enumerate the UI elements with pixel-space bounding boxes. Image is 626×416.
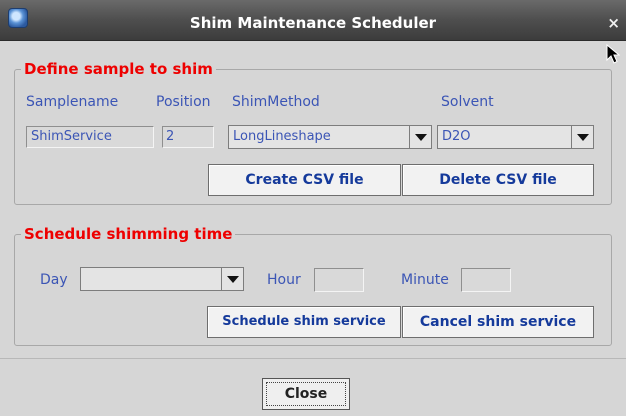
- position-field[interactable]: 2: [162, 126, 214, 148]
- schedule-legend: Schedule shimming time: [21, 225, 236, 243]
- solvent-label: Solvent: [441, 94, 494, 110]
- title-bar: Shim Maintenance Scheduler ×: [0, 0, 626, 41]
- close-window-icon[interactable]: ×: [607, 16, 620, 31]
- chevron-down-icon[interactable]: [571, 126, 593, 148]
- chevron-down-icon[interactable]: [221, 268, 243, 290]
- day-dropdown[interactable]: [80, 267, 244, 291]
- solvent-dropdown[interactable]: D2O: [437, 125, 594, 149]
- day-label: Day: [40, 272, 68, 288]
- shimmethod-value: LongLineshape: [233, 129, 331, 144]
- create-csv-button[interactable]: Create CSV file: [208, 164, 401, 196]
- solvent-value: D2O: [442, 129, 471, 144]
- minute-field[interactable]: [461, 268, 511, 292]
- close-button[interactable]: Close: [262, 378, 350, 410]
- define-sample-legend: Define sample to shim: [21, 60, 216, 78]
- footer-divider: [0, 358, 626, 359]
- hour-field[interactable]: [314, 268, 364, 292]
- schedule-shim-service-button[interactable]: Schedule shim service: [207, 306, 401, 338]
- chevron-down-icon[interactable]: [409, 126, 431, 148]
- samplename-field[interactable]: ShimService: [26, 126, 154, 148]
- window-title: Shim Maintenance Scheduler: [189, 14, 437, 32]
- shimmethod-label: ShimMethod: [232, 94, 320, 110]
- mouse-cursor-icon: [606, 44, 620, 64]
- shimmethod-dropdown[interactable]: LongLineshape: [228, 125, 432, 149]
- hour-label: Hour: [267, 272, 301, 288]
- minute-label: Minute: [401, 272, 449, 288]
- samplename-label: Samplename: [26, 94, 119, 110]
- position-label: Position: [156, 94, 211, 110]
- cancel-shim-service-button[interactable]: Cancel shim service: [402, 306, 594, 338]
- delete-csv-button[interactable]: Delete CSV file: [402, 164, 594, 196]
